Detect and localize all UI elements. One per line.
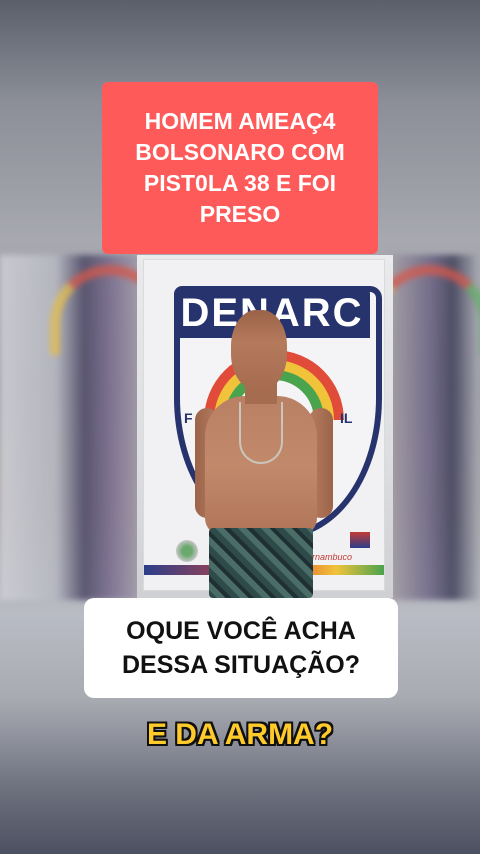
person-figure: [195, 310, 333, 598]
question-box: OQUE VOCÊ ACHA DESSA SITUAÇÃO?: [84, 598, 398, 698]
shield-text-left: F: [184, 410, 193, 426]
question-line: OQUE VOCÊ ACHA: [126, 617, 356, 645]
seal-icon: [176, 540, 198, 562]
blurred-background-left: [0, 255, 170, 600]
headline-line: PIST0LA 38 E FOI: [143, 170, 337, 196]
headline-box: HOMEM AMEAÇ4 BOLSONARO COM PIST0LA 38 E …: [102, 82, 378, 254]
shorts: [209, 528, 313, 598]
necklace: [239, 402, 283, 464]
headline-line: HOMEM AMEAÇ4: [144, 108, 336, 134]
headline-line: BOLSONARO COM: [135, 139, 345, 165]
arrest-photo: DENARC F IL rnambuco: [137, 255, 393, 598]
question-line: DESSA SITUAÇÃO?: [122, 651, 360, 679]
government-logo-icon: [350, 532, 370, 548]
shield-text-right: IL: [340, 410, 353, 426]
headline-line: PRESO: [199, 201, 281, 227]
caption-text: E DA ARMA?: [146, 718, 334, 751]
blurred-background-right: [370, 255, 480, 600]
